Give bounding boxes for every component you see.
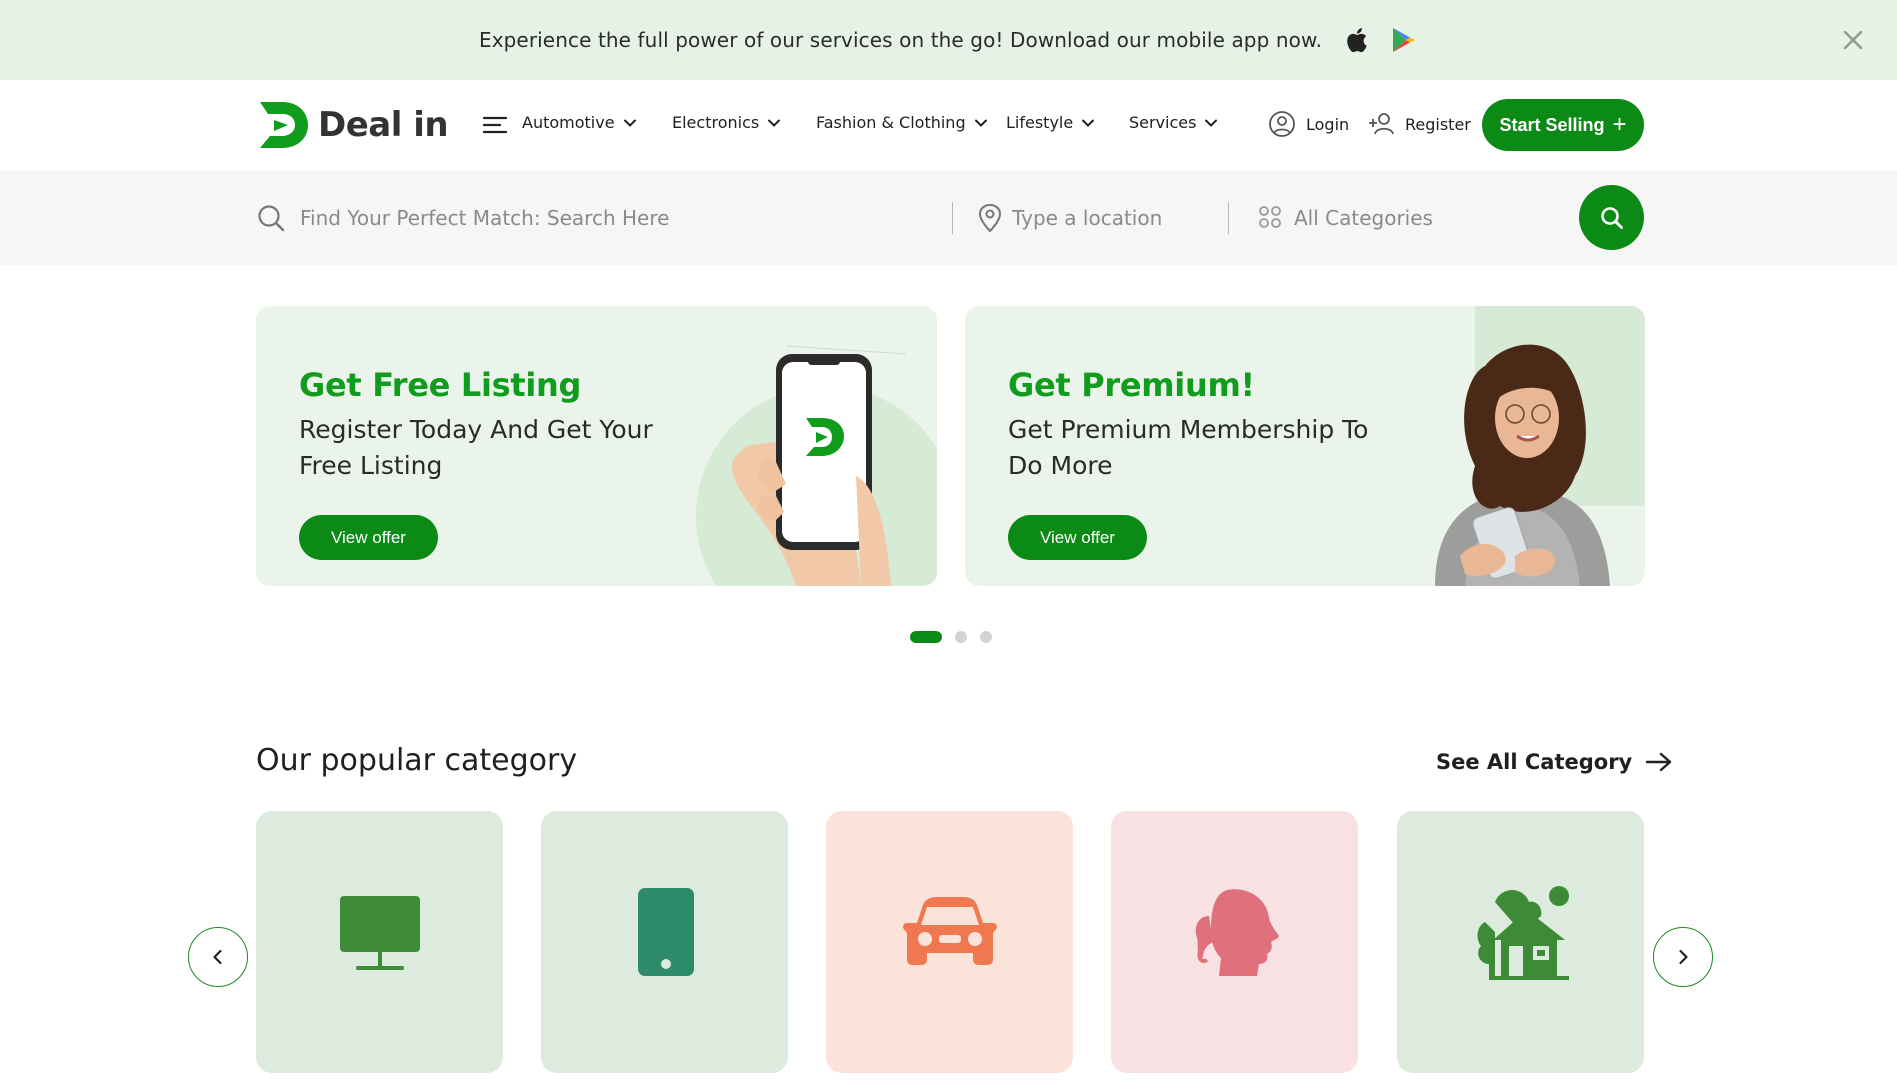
nav-label: Lifestyle [1006,113,1074,132]
chevron-down-icon [974,119,987,127]
plus-icon: + [1612,111,1627,138]
carousel-dot-3[interactable] [980,631,992,643]
car-icon [902,897,997,965]
category-card-vehicles[interactable] [826,811,1073,1073]
carousel-dot-2[interactable] [955,631,967,643]
phone-in-hand-illustration [696,345,937,586]
start-selling-label: Start Selling [1499,114,1605,135]
nav-label: Fashion & Clothing [816,113,966,132]
offer-title: Get Premium! [1008,366,1255,404]
login-label: Login [1306,114,1350,134]
register-label: Register [1405,114,1471,134]
logo-mark-icon [260,102,308,148]
category-card-real-estate[interactable] [1397,811,1644,1073]
add-user-icon [1369,113,1394,135]
search-input[interactable] [300,198,940,238]
site-header: Deal in Automotive Electronics Fashion &… [0,80,1897,170]
nav-fashion-clothing[interactable]: Fashion & Clothing [816,113,988,132]
chevron-left-icon [213,949,222,965]
carousel-dot-1[interactable] [910,631,942,643]
monitor-icon [339,896,420,970]
start-selling-button[interactable]: Start Selling + [1482,99,1644,151]
divider [952,202,953,234]
view-offer-button[interactable]: View offer [1008,515,1147,560]
chevron-down-icon [623,119,636,127]
offer-card-free-listing: Get Free Listing Register Today And Get … [256,306,937,586]
section-title: Our popular category [256,743,578,778]
nav-lifestyle[interactable]: Lifestyle [1006,113,1095,132]
offer-card-premium: Get Premium! Get Premium Membership To D… [965,306,1645,586]
apple-icon[interactable] [1342,26,1370,54]
woman-head-icon [1195,889,1279,976]
chevron-down-icon [1205,119,1218,127]
search-button[interactable] [1579,185,1644,250]
nav-electronics[interactable]: Electronics [672,113,781,132]
see-all-category-link[interactable]: See All Category [1436,750,1674,774]
register-link[interactable]: Register [1367,110,1471,138]
google-play-icon[interactable] [1390,26,1418,54]
offer-title: Get Free Listing [299,366,582,404]
menu-icon[interactable] [482,114,508,136]
offer-subtitle: Get Premium Membership To Do More [1008,415,1369,480]
divider [1228,202,1229,234]
search-bar: All Categories [0,170,1897,265]
close-icon[interactable] [1839,26,1867,54]
search-icon [258,205,285,232]
see-all-label: See All Category [1436,750,1633,774]
house-icon [1477,886,1569,980]
nav-services[interactable]: Services [1129,113,1218,132]
carousel-prev-button[interactable] [188,927,248,987]
offer-subtitle: Register Today And Get Your Free Listing [299,415,653,480]
nav-label: Electronics [672,113,760,132]
nav-label: Services [1129,113,1197,132]
category-select[interactable]: All Categories [1294,206,1433,230]
category-card-mobiles[interactable] [541,811,788,1073]
app-promo-banner: Experience the full power of our service… [0,0,1897,80]
woman-with-phone-illustration [1435,306,1645,586]
carousel-dots [910,631,1005,643]
nav-automotive[interactable]: Automotive [522,113,637,132]
phone-icon [637,888,694,976]
chevron-right-icon [1679,949,1688,965]
arrow-right-icon [1646,752,1672,772]
user-circle-icon [1269,111,1295,137]
grid-icon [1259,206,1281,228]
chevron-down-icon [1082,119,1095,127]
chevron-down-icon [768,119,781,127]
promo-text: Experience the full power of our service… [478,28,1323,52]
location-input[interactable] [1012,198,1212,238]
login-link[interactable]: Login [1268,110,1349,138]
view-offer-button[interactable]: View offer [299,515,438,560]
logo[interactable]: Deal in [256,98,449,152]
search-icon [1600,206,1623,229]
carousel-next-button[interactable] [1653,927,1713,987]
logo-text: Deal in [318,105,449,145]
nav-label: Automotive [522,113,615,132]
category-card-beauty[interactable] [1111,811,1358,1073]
location-pin-icon [978,203,1002,233]
category-card-electronics[interactable] [256,811,503,1073]
